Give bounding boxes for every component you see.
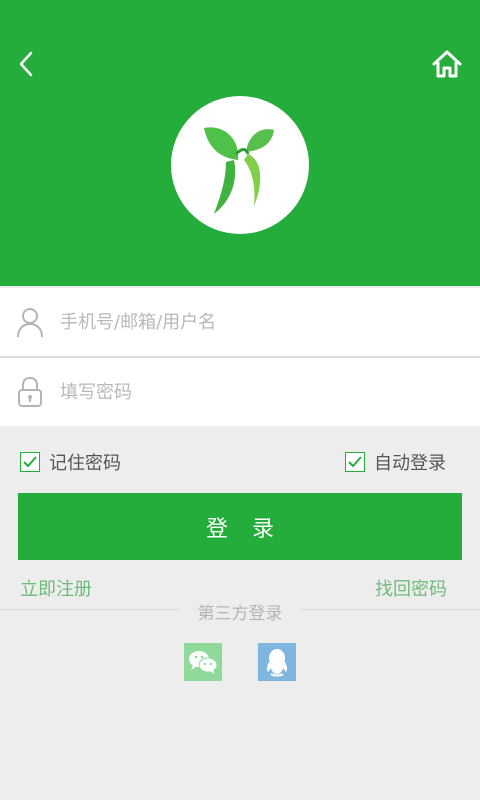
header [0,0,480,286]
checkbox-box[interactable] [345,452,365,472]
chevron-left-icon [19,51,33,77]
home-button[interactable] [430,48,464,80]
password-input[interactable] [60,358,460,426]
home-icon [432,50,462,78]
divider-right [300,609,480,610]
checkmark-icon [23,456,37,468]
checkmark-icon [348,456,362,468]
forgot-password-link[interactable]: 找回密码 [375,575,447,601]
wechat-login-button[interactable] [184,643,222,681]
qq-login-button[interactable] [258,643,296,681]
checkbox-box[interactable] [20,452,40,472]
butterfly-leaf-logo [204,127,274,214]
user-icon [17,308,43,338]
username-input[interactable] [60,288,460,356]
remember-password-checkbox[interactable]: 记住密码 [20,450,121,474]
remember-password-label: 记住密码 [49,453,121,474]
auto-login-checkbox[interactable]: 自动登录 [345,450,446,474]
auto-login-label: 自动登录 [374,453,446,474]
back-button[interactable] [12,48,44,80]
login-button[interactable]: 登录 [18,493,462,560]
qq-icon [266,649,288,677]
username-field [0,288,480,356]
third-party-login-label: 第三方登录 [197,604,283,624]
wechat-icon [189,651,218,674]
password-field [0,358,480,426]
app-logo [171,96,309,234]
lock-icon [18,376,42,407]
divider-left [0,609,180,610]
register-link[interactable]: 立即注册 [20,575,92,601]
